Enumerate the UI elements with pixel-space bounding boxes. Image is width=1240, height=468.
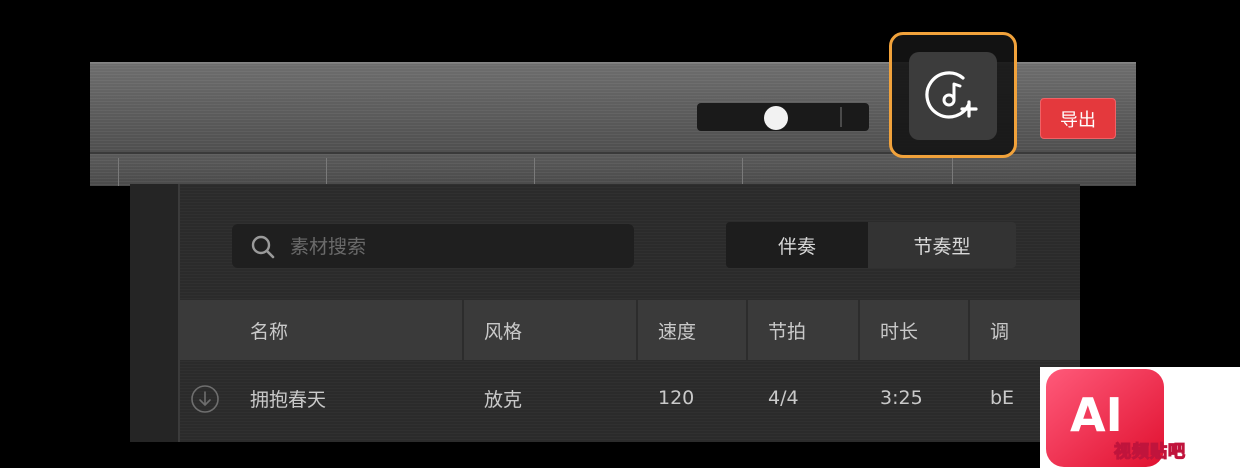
column-header-name[interactable]: 名称 xyxy=(178,300,464,360)
ruler-tick xyxy=(326,158,327,186)
ruler-tick xyxy=(952,158,953,186)
music-note-plus-icon xyxy=(925,66,981,126)
add-music-button-highlight xyxy=(889,32,1017,158)
column-header-meter[interactable]: 节拍 xyxy=(748,300,860,360)
volume-slider-divider xyxy=(840,107,842,127)
cell-style: 放克 xyxy=(484,388,523,411)
cell-tempo: 120 xyxy=(658,387,695,409)
table-row[interactable]: 拥抱春天 放克 120 4/4 3:25 bE xyxy=(178,374,1080,422)
search-box[interactable] xyxy=(232,224,634,270)
cell-name: 拥抱春天 xyxy=(250,388,327,411)
ruler-tick xyxy=(118,158,119,186)
svg-text:AI: AI xyxy=(1070,388,1123,442)
ruler-tick xyxy=(534,158,535,186)
tab-rhythm-pattern[interactable]: 节奏型 xyxy=(868,222,1016,268)
tab-accompaniment[interactable]: 伴奏 xyxy=(726,222,868,268)
search-input[interactable] xyxy=(288,224,622,270)
column-header-duration[interactable]: 时长 xyxy=(860,300,970,360)
export-button[interactable]: 导出 xyxy=(1040,98,1116,139)
column-header-tempo[interactable]: 速度 xyxy=(638,300,748,360)
search-icon xyxy=(250,234,276,264)
table-header: 名称 风格 速度 节拍 时长 调 xyxy=(178,300,1080,360)
cell-meter: 4/4 xyxy=(768,387,799,409)
column-header-key[interactable]: 调 xyxy=(970,300,1080,360)
ruler-tick xyxy=(742,158,743,186)
watermark-logo: AI 视频贴吧 xyxy=(1040,367,1240,468)
volume-slider[interactable] xyxy=(697,103,869,131)
add-music-button[interactable] xyxy=(909,52,997,140)
cell-duration: 3:25 xyxy=(880,387,923,409)
volume-slider-knob[interactable] xyxy=(764,106,788,130)
column-header-style[interactable]: 风格 xyxy=(464,300,638,360)
material-panel: 伴奏 节奏型 名称 风格 速度 节拍 时长 调 拥抱春天 放克 120 4/4 … xyxy=(130,184,1080,442)
watermark-caption: 视频贴吧 xyxy=(1113,441,1186,462)
panel-gutter xyxy=(130,184,180,442)
